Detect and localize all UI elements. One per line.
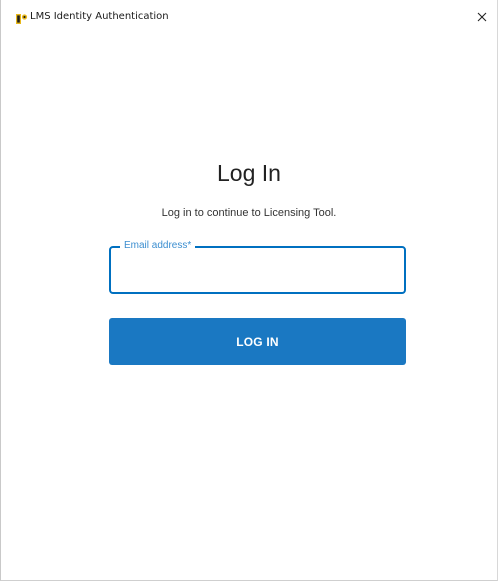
- email-input[interactable]: [121, 260, 396, 282]
- window-title: LMS Identity Authentication: [30, 11, 169, 22]
- lms-logo-icon: [16, 14, 28, 24]
- login-panel: Log In Log in to continue to Licensing T…: [1, 36, 497, 581]
- log-in-button[interactable]: LOG IN: [109, 318, 406, 365]
- page-title: Log In: [217, 160, 281, 186]
- close-icon: [477, 12, 487, 22]
- title-bar[interactable]: LMS Identity Authentication: [1, 0, 497, 36]
- email-field[interactable]: Email address*: [109, 240, 406, 294]
- email-field-label: Email address*: [120, 240, 196, 252]
- close-button[interactable]: [467, 4, 497, 30]
- auth-window: LMS Identity Authentication Log In Log i…: [0, 0, 498, 581]
- login-subtitle: Log in to continue to Licensing Tool.: [161, 207, 337, 219]
